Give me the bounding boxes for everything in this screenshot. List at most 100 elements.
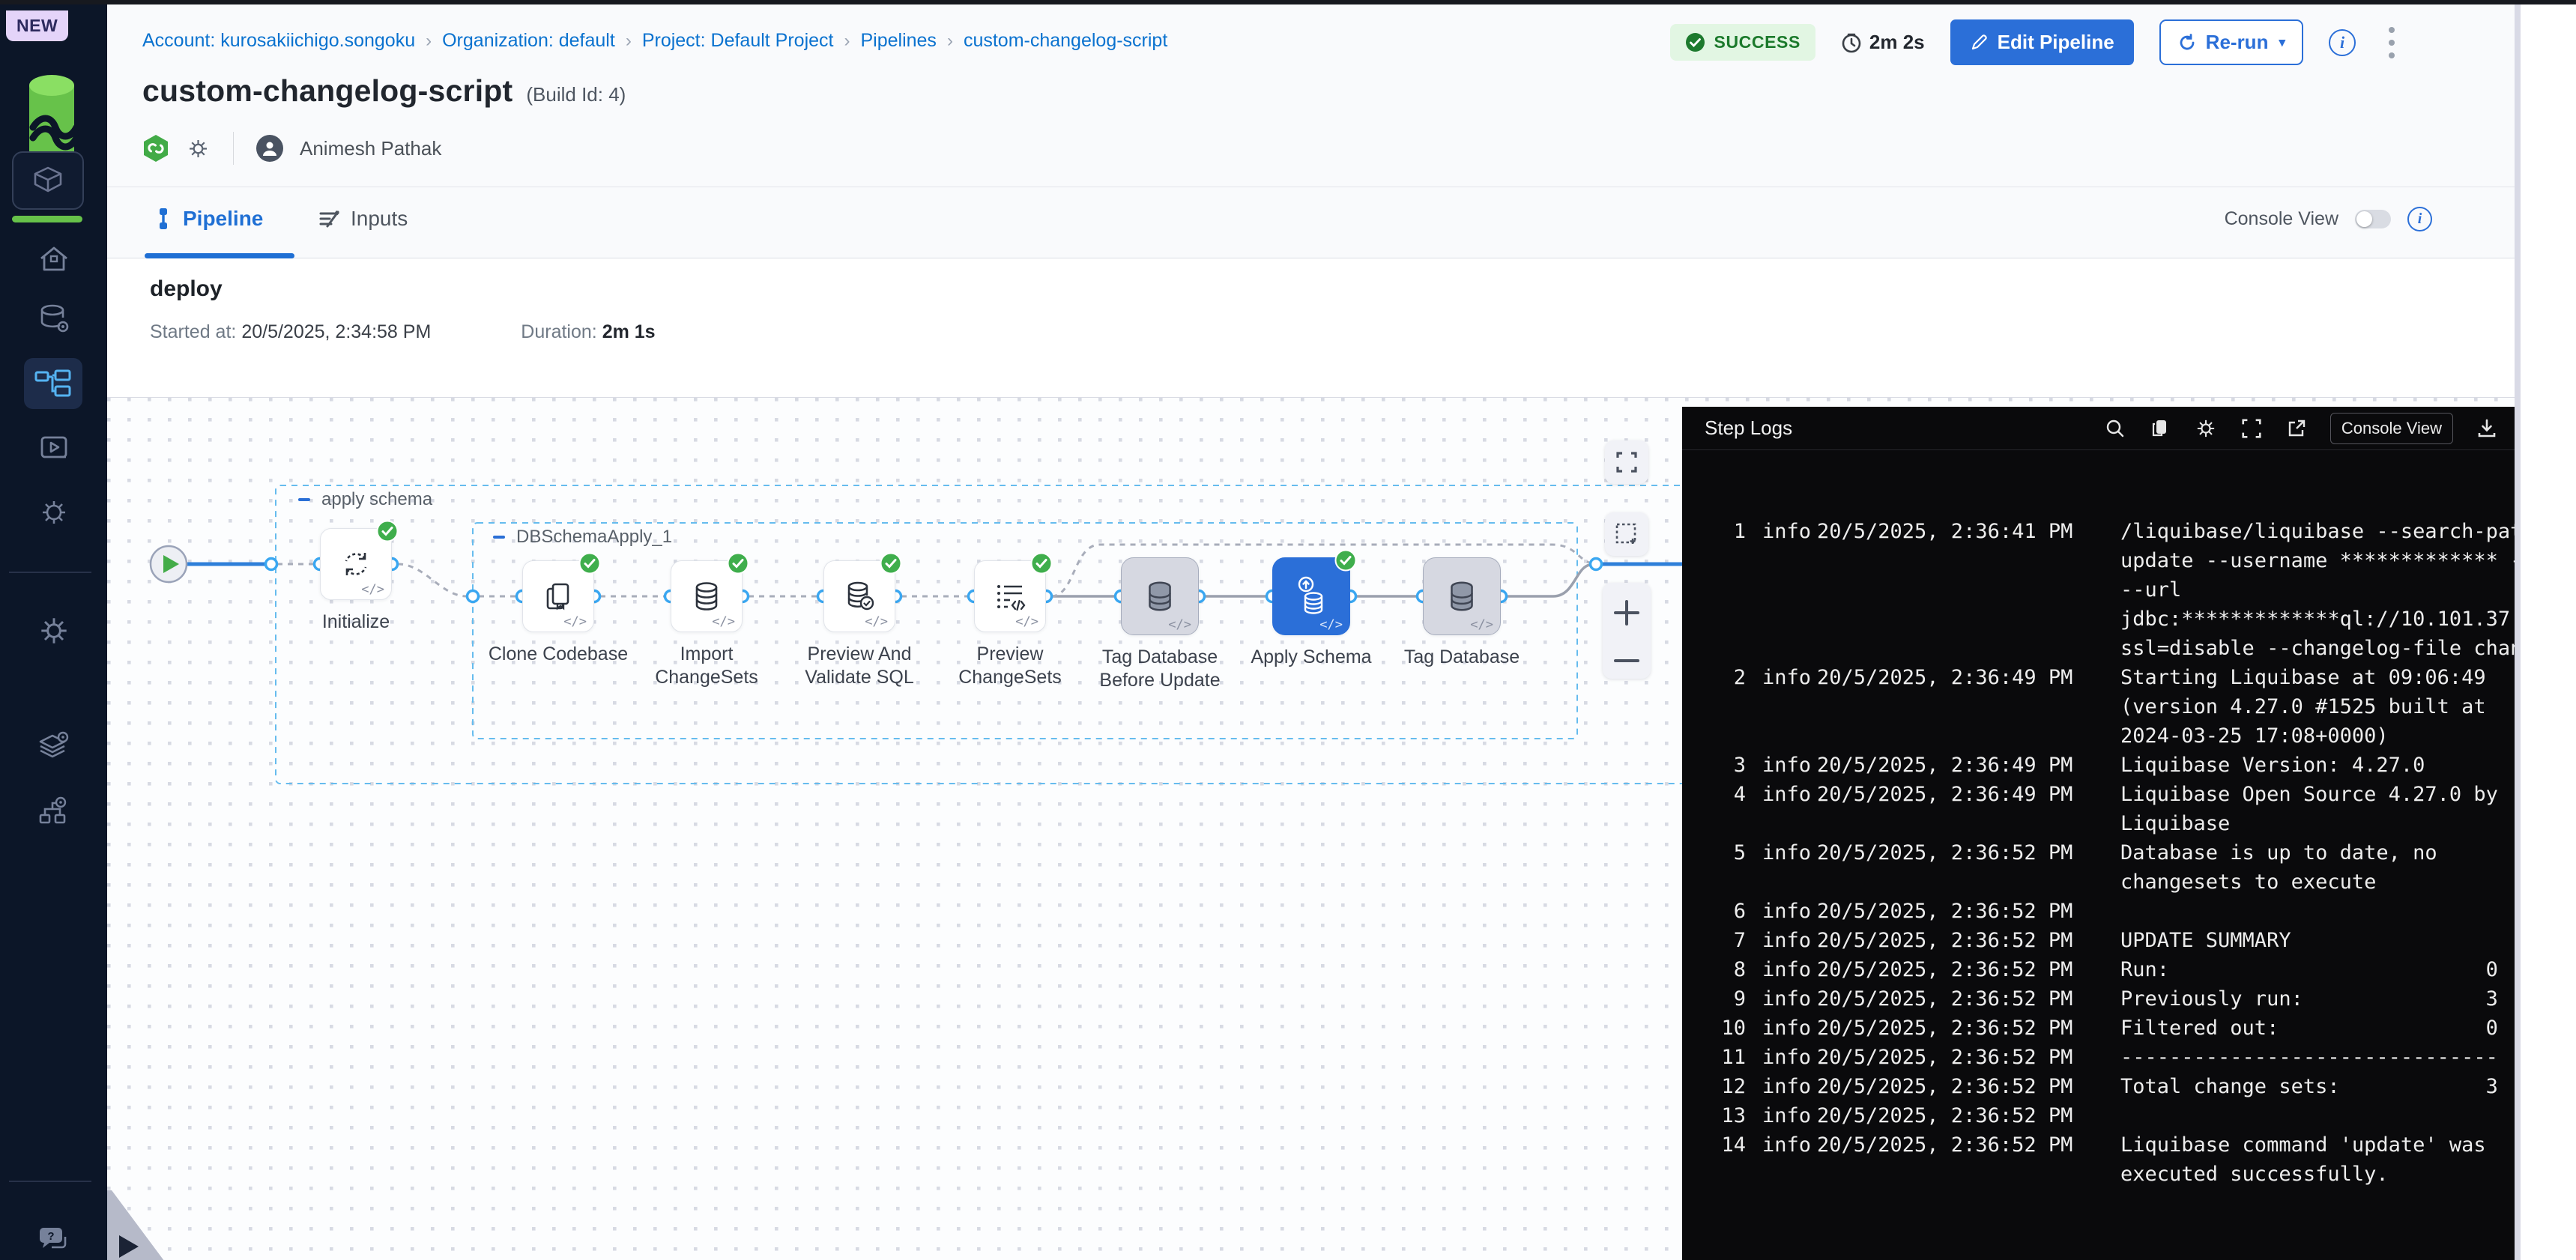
copy-icon[interactable]	[2149, 417, 2171, 440]
database-gear-icon	[36, 301, 72, 337]
log-row: 6info20/5/2025, 2:36:52 PM	[1682, 897, 2515, 926]
build-id: (Build Id: 4)	[526, 83, 626, 106]
log-message: Run: 0	[2120, 955, 2515, 984]
sidebar-item-pipelines-active[interactable]	[24, 358, 82, 409]
zoom-in-button[interactable]	[1614, 600, 1639, 626]
console-view-toggle[interactable]	[2355, 210, 2391, 228]
step-logs-header: Step Logs	[1682, 407, 2515, 450]
log-message: Liquibase Open Source 4.27.0 byLiquibase	[2120, 780, 2515, 838]
console-view-toggle-area: Console View i	[2225, 207, 2432, 231]
chevron-down-icon: ▾	[2279, 35, 2285, 50]
status-label: SUCCESS	[1714, 32, 1801, 52]
page-scrollbar-gutter[interactable]	[2515, 4, 2576, 1260]
node-clone-codebase[interactable]: </>	[522, 560, 594, 632]
stage-duration: Duration: 2m 1s	[521, 321, 655, 343]
more-options-button[interactable]	[2381, 24, 2402, 61]
code-icon: </>	[563, 614, 587, 629]
breadcrumb-separator: ›	[626, 31, 632, 52]
breadcrumb-project[interactable]: Project: Default Project	[642, 30, 834, 52]
collapse-icon[interactable]	[296, 491, 312, 508]
log-message: Starting Liquibase at 09:06:49(version 4…	[2120, 663, 2515, 751]
search-icon[interactable]	[2104, 417, 2126, 440]
log-rows[interactable]: 1info20/5/2025, 2:36:41 PM/liquibase/liq…	[1682, 451, 2515, 1260]
log-settings-gear-icon[interactable]	[2194, 417, 2218, 440]
author-name: Animesh Pathak	[300, 137, 441, 160]
log-message: Previously run: 3	[2120, 984, 2515, 1014]
rerun-info-icon[interactable]: i	[2329, 29, 2356, 56]
sidebar-item-builds[interactable]	[0, 485, 107, 539]
node-initialize[interactable]: </>	[320, 528, 392, 600]
stage-duration-value: 2m 1s	[602, 321, 656, 342]
breadcrumb: Account: kurosakiichigo.songoku › Organi…	[142, 30, 1167, 52]
log-row: 8info20/5/2025, 2:36:52 PMRun: 0	[1682, 955, 2515, 984]
sidebar-item-settings[interactable]	[0, 604, 107, 658]
open-in-new-icon[interactable]	[2285, 417, 2308, 440]
marquee-select-button[interactable]	[1605, 512, 1648, 556]
layers-gear-icon	[36, 728, 72, 764]
log-message: -------------------------------	[2120, 1043, 2515, 1072]
fullscreen-icon[interactable]	[2240, 417, 2263, 440]
zoom-controls	[1603, 583, 1651, 679]
node-label: Tag Database	[1387, 646, 1537, 669]
avatar	[256, 135, 283, 162]
node-label: Apply Schema	[1236, 646, 1386, 669]
console-view-info-icon[interactable]: i	[2407, 207, 2432, 231]
sidebar-item-home[interactable]	[0, 232, 107, 286]
database-icon	[1443, 578, 1481, 615]
stage-meta: Started at: 20/5/2025, 2:34:58 PM Durati…	[150, 321, 656, 343]
breadcrumb-account[interactable]: Account: kurosakiichigo.songoku	[142, 30, 415, 52]
edit-pipeline-button[interactable]: Edit Pipeline	[1950, 19, 2134, 65]
gear-outline-icon	[37, 495, 71, 530]
pipeline-settings-gear-icon[interactable]	[186, 136, 211, 161]
code-icon: </>	[1470, 617, 1493, 632]
sidebar-item-executions[interactable]	[0, 421, 107, 475]
title-row: custom-changelog-script (Build Id: 4)	[142, 73, 626, 109]
sidebar-module-selector[interactable]	[12, 151, 84, 210]
rerun-icon	[2177, 33, 2197, 52]
tab-pipeline[interactable]: Pipeline	[154, 207, 263, 231]
breadcrumb-current[interactable]: custom-changelog-script	[964, 30, 1167, 52]
sidebar-divider	[9, 572, 91, 573]
sidebar-item-environments[interactable]	[0, 719, 107, 773]
node-tag-database-before-update[interactable]: </>	[1121, 557, 1199, 635]
log-row: 1info20/5/2025, 2:36:41 PM/liquibase/liq…	[1682, 517, 2515, 663]
fit-view-button[interactable]	[1605, 440, 1648, 484]
active-tab-underline	[145, 253, 294, 258]
log-row: 4info20/5/2025, 2:36:49 PMLiquibase Open…	[1682, 780, 2515, 838]
page-title: custom-changelog-script	[142, 73, 513, 109]
node-label: Clone Codebase	[483, 643, 633, 666]
node-apply-schema[interactable]: </>	[1272, 557, 1350, 635]
sidebar-divider-bottom	[9, 1181, 91, 1182]
stage-name: deploy	[150, 276, 223, 302]
cube-icon	[31, 164, 64, 197]
collapsed-nav-arrow-icon[interactable]	[119, 1235, 139, 1258]
scrollbar-track[interactable]	[2515, 4, 2521, 1260]
download-icon[interactable]	[2476, 417, 2498, 440]
breadcrumb-pipelines[interactable]: Pipelines	[860, 30, 936, 52]
node-import-changesets[interactable]: </>	[671, 560, 743, 632]
sidebar-item-infrastructure[interactable]	[0, 785, 107, 839]
log-message: Filtered out: 0	[2120, 1014, 2515, 1043]
group-label-apply-schema[interactable]: apply schema	[296, 489, 432, 510]
cd-module-icon[interactable]	[142, 134, 169, 163]
tab-bar: Pipeline Inputs Console View i	[107, 187, 2515, 258]
log-message: Total change sets: 3	[2120, 1072, 2515, 1101]
hierarchy-gear-icon	[36, 794, 72, 830]
zoom-out-button[interactable]	[1614, 659, 1639, 662]
collapse-icon[interactable]	[491, 529, 507, 545]
group-label-dbschemaapply[interactable]: DBSchemaApply_1	[491, 527, 672, 548]
log-row: 7info20/5/2025, 2:36:52 PMUPDATE SUMMARY	[1682, 926, 2515, 955]
sidebar-item-db-devops[interactable]	[0, 292, 107, 346]
sidebar-item-help[interactable]: ?	[0, 1212, 107, 1260]
sidebar: NEW	[0, 4, 107, 1260]
breadcrumb-organization[interactable]: Organization: default	[442, 30, 615, 52]
node-tag-database[interactable]: </>	[1423, 557, 1501, 635]
log-row: 11info20/5/2025, 2:36:52 PM-------------…	[1682, 1043, 2515, 1072]
rerun-button[interactable]: Re-run ▾	[2159, 19, 2303, 65]
clock-icon	[1841, 32, 1862, 53]
tab-inputs[interactable]: Inputs	[318, 207, 408, 231]
log-console-view-button[interactable]: Console View	[2330, 413, 2453, 444]
node-preview-changesets[interactable]: </>	[974, 560, 1046, 632]
log-row: 2info20/5/2025, 2:36:49 PMStarting Liqui…	[1682, 663, 2515, 751]
node-preview-and-validate-sql[interactable]: </>	[823, 560, 895, 632]
